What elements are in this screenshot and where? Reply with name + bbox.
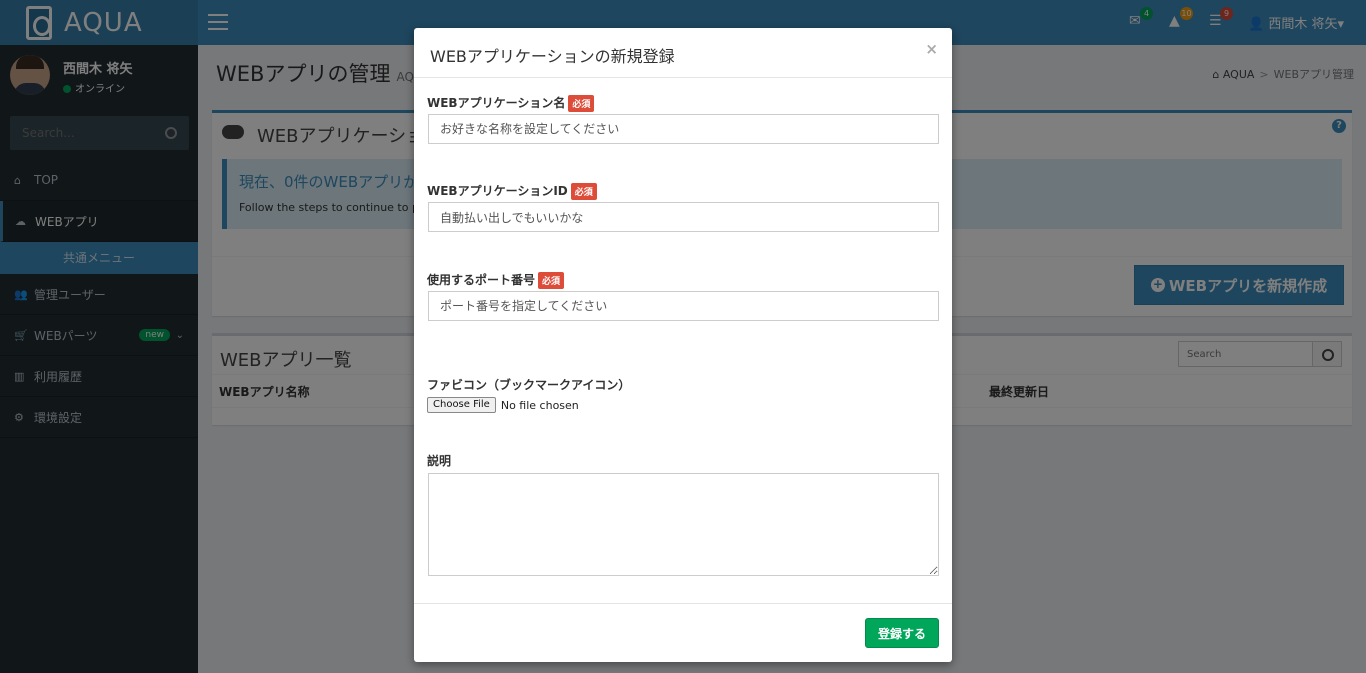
file-status: No file chosen	[500, 398, 579, 412]
app-name-input[interactable]	[428, 114, 939, 144]
app-id-label: WEBアプリケーションID 必須	[427, 182, 597, 200]
required-badge: 必須	[570, 183, 597, 200]
new-webapp-modal: WEBアプリケーションの新規登録 × WEBアプリケーション名必須 WEBアプリ…	[414, 28, 952, 662]
modal-footer: 登録する	[414, 603, 952, 662]
register-button[interactable]: 登録する	[865, 618, 939, 648]
app-name-label-text: WEBアプリケーション名	[427, 96, 566, 110]
favicon-label: ファビコン（ブックマークアイコン）	[427, 378, 631, 392]
modal-header: WEBアプリケーションの新規登録 ×	[414, 28, 952, 78]
app-id-label-text: WEBアプリケーションID	[427, 184, 568, 198]
app-name-label: WEBアプリケーション名 必須	[427, 94, 595, 112]
description-textarea[interactable]	[428, 473, 939, 576]
required-badge: 必須	[538, 272, 565, 289]
favicon-file-input: Choose File No file chosen	[427, 397, 579, 413]
modal-title: WEBアプリケーションの新規登録	[430, 47, 675, 66]
port-input[interactable]	[428, 291, 939, 321]
port-label-text: 使用するポート番号	[427, 273, 536, 287]
choose-file-button[interactable]: Choose File	[427, 397, 496, 413]
description-label: 説明	[427, 454, 452, 468]
close-icon[interactable]: ×	[925, 40, 938, 58]
app-id-input[interactable]	[428, 202, 939, 232]
port-label: 使用するポート番号 必須	[427, 271, 565, 289]
required-badge: 必須	[568, 95, 595, 112]
